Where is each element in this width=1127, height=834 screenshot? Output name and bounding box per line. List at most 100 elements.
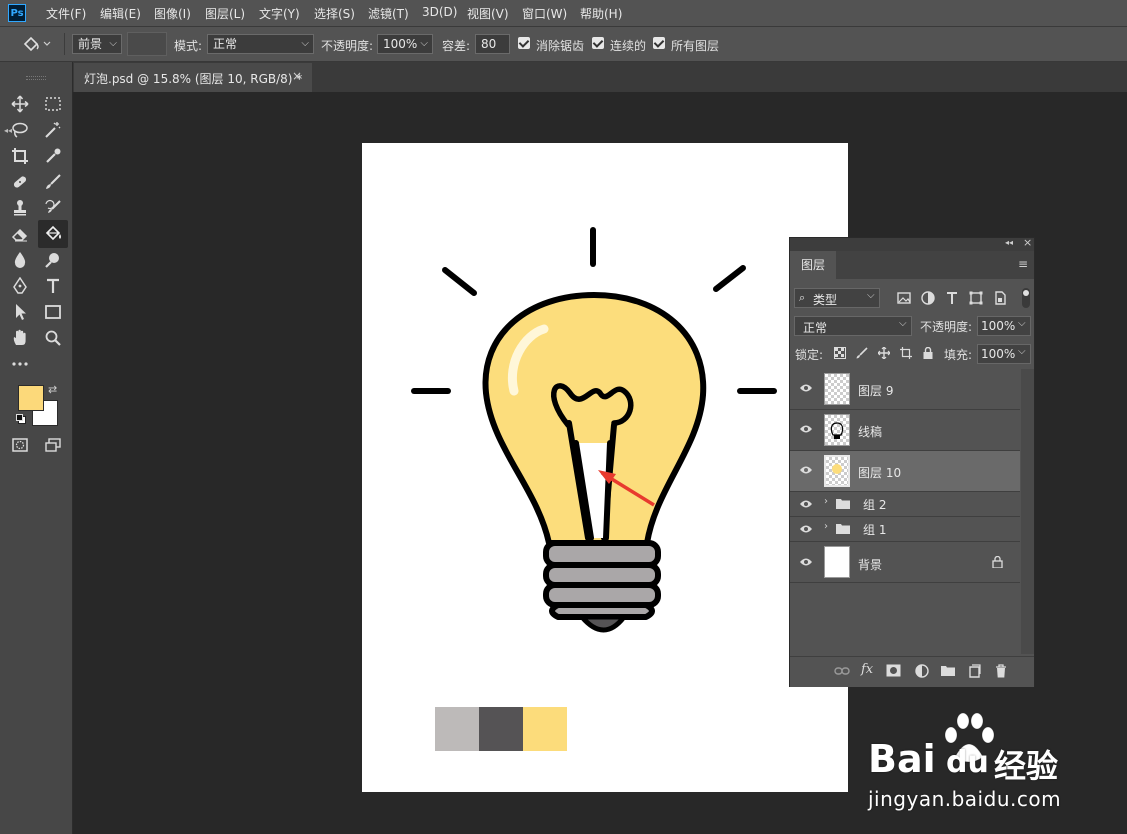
blend-mode-select[interactable]: 正常 ⌵ (794, 316, 912, 336)
folder-icon (836, 524, 850, 534)
menu-bar: Ps 文件(F) 编辑(E) 图像(I) 图层(L) 文字(Y) 选择(S) 滤… (0, 0, 1127, 27)
menu-view[interactable]: 视图(V) (467, 5, 509, 22)
clone-stamp-tool-icon[interactable] (7, 196, 33, 220)
eraser-tool-icon[interactable] (7, 222, 33, 246)
collapse-panel-icon[interactable]: ◂◂ (1005, 238, 1013, 247)
group-name: 组 1 (863, 523, 887, 537)
lock-all-icon[interactable] (922, 347, 934, 359)
crop-tool-icon[interactable] (7, 144, 33, 168)
document-tab[interactable]: 灯泡.psd @ 15.8% (图层 10, RGB/8) * × (74, 63, 312, 92)
layer-row-selected[interactable]: 图层 10 (790, 451, 1020, 492)
visibility-eye-icon[interactable] (799, 557, 813, 567)
swap-colors-icon[interactable]: ⇄ (48, 383, 57, 396)
filter-shape-icon[interactable] (968, 290, 984, 306)
filter-icons (896, 290, 1016, 306)
expand-chevron-icon[interactable]: › (824, 521, 828, 532)
hand-tool-icon[interactable] (7, 326, 33, 350)
layer-row[interactable]: 背景 (790, 542, 1020, 583)
visibility-eye-icon[interactable] (799, 524, 813, 534)
magic-wand-tool-icon[interactable] (40, 118, 66, 142)
more-tools-icon[interactable] (7, 352, 33, 376)
filter-pixel-icon[interactable] (896, 290, 912, 306)
adjustment-layer-icon[interactable] (915, 664, 929, 678)
healing-brush-tool-icon[interactable] (7, 170, 33, 194)
close-panel-icon[interactable]: × (1023, 236, 1032, 249)
menu-3d[interactable]: 3D(D) (422, 5, 457, 19)
panel-menu-icon[interactable]: ≡ (1018, 257, 1028, 271)
opacity-field[interactable]: 100% ⌵ (377, 34, 433, 54)
visibility-eye-icon[interactable] (799, 424, 813, 434)
layer-style-fx-icon[interactable]: fx (861, 662, 873, 677)
dodge-tool-icon[interactable] (40, 248, 66, 272)
quick-mask-icon[interactable] (7, 433, 33, 457)
visibility-eye-icon[interactable] (799, 499, 813, 509)
contiguous-checkbox[interactable] (592, 37, 604, 49)
layer-list: 图层 9 线稿 图层 10 › 组 2 › 组 1 背景 (790, 369, 1020, 654)
screen-mode-icon[interactable] (40, 433, 66, 457)
history-brush-tool-icon[interactable] (40, 196, 66, 220)
layer-opacity-field[interactable]: 100% ⌵ (977, 316, 1031, 336)
move-tool-icon[interactable] (7, 92, 33, 116)
menu-help[interactable]: 帮助(H) (580, 5, 622, 22)
pen-tool-icon[interactable] (7, 274, 33, 298)
menu-window[interactable]: 窗口(W) (522, 5, 567, 22)
filter-type-icon[interactable] (944, 290, 960, 306)
link-layers-icon[interactable] (834, 664, 850, 678)
default-colors-icon[interactable] (16, 414, 26, 424)
lock-position-icon[interactable] (878, 347, 890, 359)
path-selection-tool-icon[interactable] (7, 300, 33, 324)
brush-tool-icon[interactable] (40, 170, 66, 194)
tab-layers[interactable]: 图层 (790, 251, 837, 279)
paint-bucket-preset-icon[interactable] (22, 35, 52, 56)
new-group-folder-icon[interactable] (941, 665, 955, 676)
add-mask-icon[interactable] (886, 664, 901, 677)
lock-pixels-icon[interactable] (856, 347, 868, 359)
lock-transparent-icon[interactable] (834, 347, 846, 359)
tolerance-field[interactable]: 80 (475, 34, 510, 54)
layer-name: 图层 10 (858, 466, 902, 480)
filter-adjustment-icon[interactable] (920, 290, 936, 306)
document-canvas[interactable] (362, 143, 848, 792)
close-icon[interactable]: × (292, 69, 302, 83)
lasso-tool-icon[interactable] (7, 118, 33, 142)
menu-select[interactable]: 选择(S) (314, 5, 355, 22)
marquee-tool-icon[interactable] (40, 92, 66, 116)
all-layers-checkbox[interactable] (653, 37, 665, 49)
zoom-tool-icon[interactable] (40, 326, 66, 350)
group-row[interactable]: › 组 2 (790, 492, 1020, 517)
filter-smart-object-icon[interactable] (992, 290, 1008, 306)
eyedropper-tool-icon[interactable] (40, 144, 66, 168)
lock-artboard-icon[interactable] (900, 347, 912, 359)
visibility-eye-icon[interactable] (799, 465, 813, 475)
visibility-eye-icon[interactable] (799, 383, 813, 393)
fill-field[interactable]: 100% ⌵ (977, 344, 1031, 364)
layer-list-scrollbar[interactable] (1021, 369, 1034, 654)
menu-layer[interactable]: 图层(L) (205, 5, 245, 22)
mode-select[interactable]: 正常 ⌵ (207, 34, 314, 54)
layer-row[interactable]: 线稿 (790, 410, 1020, 451)
expand-chevron-icon[interactable]: › (824, 496, 828, 507)
paint-bucket-tool-icon[interactable] (38, 220, 68, 248)
watermark-brand-suffix: du (946, 745, 989, 780)
antialias-checkbox[interactable] (518, 37, 530, 49)
layer-thumbnail (824, 414, 850, 446)
new-layer-icon[interactable] (968, 664, 981, 678)
menu-type[interactable]: 文字(Y) (259, 5, 300, 22)
tolerance-label: 容差: (442, 39, 471, 53)
layer-row[interactable]: 图层 9 (790, 369, 1020, 410)
blur-tool-icon[interactable] (7, 248, 33, 272)
menu-filter[interactable]: 滤镜(T) (368, 5, 409, 22)
type-tool-icon[interactable] (40, 274, 66, 298)
menu-edit[interactable]: 编辑(E) (100, 5, 141, 22)
group-row[interactable]: › 组 1 (790, 517, 1020, 542)
fill-source-select[interactable]: 前景 ⌵ (72, 34, 122, 54)
rectangle-tool-icon[interactable] (40, 300, 66, 324)
menu-image[interactable]: 图像(I) (154, 5, 191, 22)
menu-file[interactable]: 文件(F) (46, 5, 86, 22)
filter-toggle[interactable] (1022, 288, 1030, 308)
foreground-color-swatch[interactable] (18, 385, 44, 411)
pattern-picker[interactable] (127, 32, 167, 56)
filter-kind-select[interactable]: ⌕ 类型 ⌵ (794, 288, 880, 308)
swatch-yellow (523, 707, 567, 751)
delete-layer-trash-icon[interactable] (995, 664, 1007, 678)
